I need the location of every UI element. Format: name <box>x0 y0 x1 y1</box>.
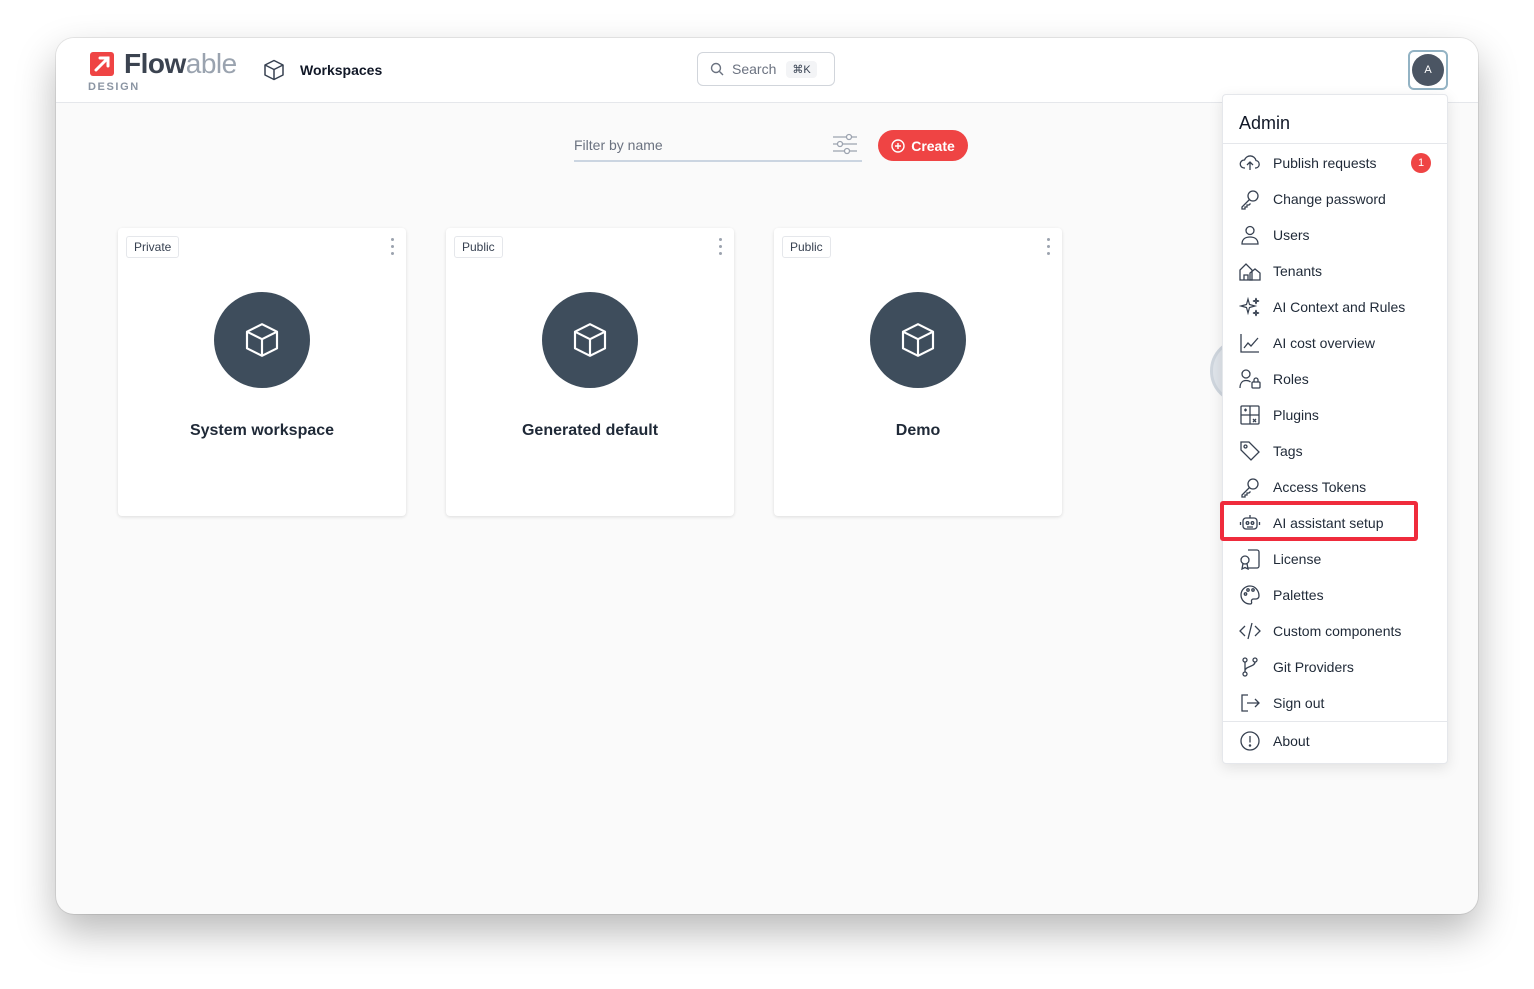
sparkles-icon <box>1239 296 1261 318</box>
notification-count-badge: 1 <box>1411 153 1431 173</box>
menu-item-custom-components[interactable]: Custom components <box>1223 613 1447 649</box>
admin-menu-title: Admin <box>1239 113 1291 133</box>
user-icon <box>1239 224 1261 246</box>
user-lock-icon <box>1239 368 1261 390</box>
tag-icon <box>1239 440 1261 462</box>
menu-item-roles[interactable]: Roles <box>1223 361 1447 397</box>
menu-item-users[interactable]: Users <box>1223 217 1447 253</box>
workspace-card[interactable]: Private System workspace <box>118 228 406 516</box>
workspace-name: Generated default <box>521 422 659 439</box>
cube-icon <box>264 59 284 81</box>
menu-item-tags[interactable]: Tags <box>1223 433 1447 469</box>
info-circle-icon <box>1239 730 1261 752</box>
key-icon <box>1239 476 1261 498</box>
key-icon <box>1239 188 1261 210</box>
menu-item-git-providers[interactable]: Git Providers <box>1223 649 1447 685</box>
houses-icon <box>1239 260 1261 282</box>
menu-item-access-tokens[interactable]: Access Tokens <box>1223 469 1447 505</box>
menu-divider <box>1223 143 1447 144</box>
create-button[interactable]: Create <box>878 130 968 161</box>
nav-workspaces[interactable]: Workspaces <box>262 58 382 82</box>
nav-workspaces-label: Workspaces <box>300 62 383 78</box>
cube-icon <box>245 323 279 357</box>
visibility-badge: Public <box>454 236 503 258</box>
cube-icon <box>901 323 935 357</box>
user-menu-button[interactable]: A <box>1408 50 1448 90</box>
menu-item-ai-cost-overview[interactable]: AI cost overview <box>1223 325 1447 361</box>
menu-item-publish-requests[interactable]: Publish requests 1 <box>1223 145 1447 181</box>
menu-item-change-password[interactable]: Change password <box>1223 181 1447 217</box>
flowable-logo-icon <box>90 52 114 76</box>
search-label: Search <box>732 61 777 77</box>
puzzle-icon <box>1239 404 1261 426</box>
workspace-avatar <box>870 292 966 388</box>
workspace-avatar <box>542 292 638 388</box>
search-shortcut: ⌘K <box>786 60 817 78</box>
workspace-card[interactable]: Public Demo <box>774 228 1062 516</box>
avatar: A <box>1412 54 1444 86</box>
filter-field <box>574 132 862 162</box>
menu-item-sign-out[interactable]: Sign out <box>1223 685 1447 721</box>
plus-circle-icon <box>891 138 905 153</box>
license-icon <box>1239 548 1261 570</box>
workspace-name: System workspace <box>189 422 335 439</box>
menu-item-palettes[interactable]: Palettes <box>1223 577 1447 613</box>
search-button[interactable]: Search ⌘K <box>697 52 835 86</box>
menu-item-ai-assistant-setup[interactable]: AI assistant setup <box>1223 505 1447 541</box>
menu-item-license[interactable]: License <box>1223 541 1447 577</box>
line-chart-icon <box>1239 332 1261 354</box>
workspace-avatar <box>214 292 310 388</box>
sliders-icon[interactable] <box>832 132 858 156</box>
logo-subtitle: DESIGN <box>88 81 140 93</box>
sign-out-icon <box>1239 692 1261 714</box>
menu-item-ai-context-and-rules[interactable]: AI Context and Rules <box>1223 289 1447 325</box>
menu-divider <box>1223 721 1447 722</box>
cube-icon <box>573 323 607 357</box>
filter-input[interactable] <box>574 132 824 158</box>
visibility-badge: Public <box>782 236 831 258</box>
flowable-logo[interactable]: Flowable DESIGN <box>88 48 248 96</box>
robot-icon <box>1239 512 1261 534</box>
create-label: Create <box>911 137 955 154</box>
search-icon <box>710 62 724 76</box>
menu-item-plugins[interactable]: Plugins <box>1223 397 1447 433</box>
menu-item-about[interactable]: About <box>1223 723 1447 759</box>
visibility-badge: Private <box>126 236 180 258</box>
workspace-card[interactable]: Public Generated default <box>446 228 734 516</box>
cloud-upload-icon <box>1239 152 1261 174</box>
app-window: Flowable DESIGN Workspaces Search ⌘K A F… <box>56 38 1478 914</box>
code-icon <box>1239 620 1261 642</box>
git-branch-icon <box>1239 656 1261 678</box>
more-options-icon[interactable] <box>388 238 396 258</box>
admin-menu: Admin Publish requests 1 Change password… <box>1222 94 1448 764</box>
more-options-icon[interactable] <box>1044 238 1052 258</box>
logo-wordmark: Flowable <box>124 48 237 79</box>
palette-icon <box>1239 584 1261 606</box>
workspace-name: Demo <box>895 422 941 439</box>
more-options-icon[interactable] <box>716 238 724 258</box>
menu-item-tenants[interactable]: Tenants <box>1223 253 1447 289</box>
